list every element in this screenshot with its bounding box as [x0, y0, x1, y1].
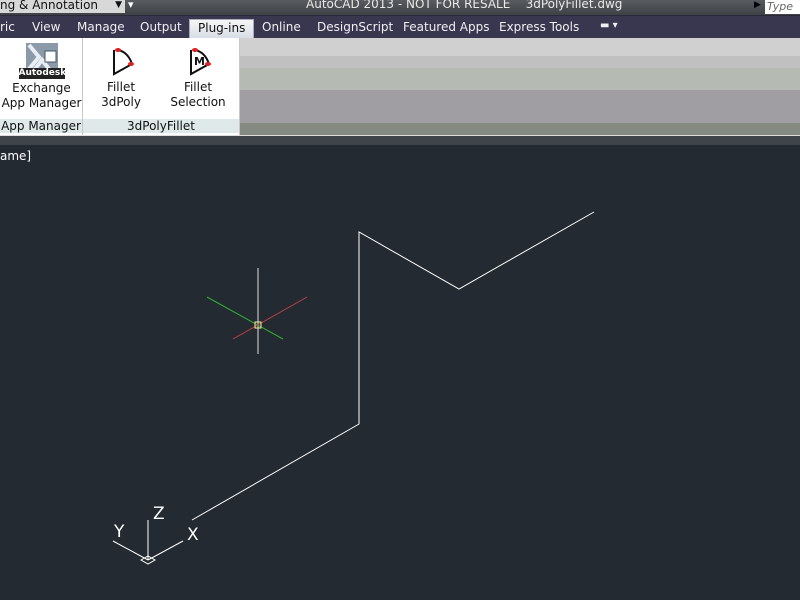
- workspace-label: ng & Annotation: [0, 0, 99, 12]
- tab-featured-apps[interactable]: Featured Apps: [403, 20, 489, 34]
- tab-parametric[interactable]: ric: [0, 20, 15, 34]
- panel-label-3dpolyfillet: 3dPolyFillet: [83, 119, 239, 133]
- tab-designscript[interactable]: DesignScript: [317, 20, 393, 34]
- arrow-right-icon: ▶: [754, 0, 761, 10]
- workspace-dropdown[interactable]: ng & Annotation ▼: [0, 0, 125, 13]
- panel-app-manager: Autodesk Exchange App Manager App Manage…: [0, 38, 83, 135]
- fillet-3dpoly-label: Fillet 3dPoly: [101, 80, 141, 109]
- tab-output[interactable]: Output: [140, 20, 182, 34]
- ribbon-separator: [0, 135, 800, 145]
- panel-label-app-manager: App Manager: [0, 119, 82, 133]
- autodesk-brand-label: Autodesk: [18, 68, 67, 79]
- autodesk-exchange-icon: Autodesk: [18, 43, 67, 79]
- ucs-x-label: X: [187, 525, 199, 545]
- window-title: AutoCAD 2013 - NOT FOR RESALE 3dPolyFill…: [306, 0, 623, 11]
- ribbon-tabs: ric View Manage Output Plug-ins Online D…: [0, 15, 800, 39]
- exchange-label: Exchange: [12, 81, 71, 95]
- viewport-label[interactable]: ame]: [0, 149, 31, 163]
- ribbon-minimize-icon[interactable]: ▬ ▾: [600, 20, 618, 31]
- quick-access-dropdown-icon[interactable]: ▾: [128, 0, 134, 11]
- 3d-polyline[interactable]: [191, 211, 595, 521]
- ucs-icon: Z Y X: [112, 504, 199, 565]
- ucs-y-label: Y: [113, 522, 125, 542]
- tab-express-tools[interactable]: Express Tools: [499, 20, 579, 34]
- fillet-3dpoly-icon: [113, 48, 134, 76]
- ribbon: Autodesk Exchange App Manager App Manage…: [0, 38, 800, 135]
- title-bar: ng & Annotation ▼ ▾ AutoCAD 2013 - NOT FO…: [0, 0, 800, 26]
- app-manager-label: App Manager: [1, 96, 82, 110]
- ucs-z-label: Z: [153, 504, 165, 524]
- svg-text:M: M: [194, 55, 205, 68]
- crosshair-cursor: [206, 268, 308, 354]
- exchange-app-manager-button[interactable]: Autodesk Exchange App Manager: [0, 43, 83, 111]
- tab-plug-ins[interactable]: Plug-ins: [189, 19, 255, 39]
- fillet-selection-icon: M: [190, 48, 211, 76]
- tab-manage[interactable]: Manage: [77, 20, 125, 34]
- tab-online[interactable]: Online: [262, 20, 301, 34]
- fillet-3dpoly-button[interactable]: Fillet 3dPoly: [86, 46, 156, 110]
- panel-3dpolyfillet: Fillet 3dPoly M Fillet Selection 3dPolyF…: [83, 38, 240, 135]
- chevron-down-icon: ▼: [115, 0, 122, 10]
- fillet-selection-button[interactable]: M Fillet Selection: [157, 46, 239, 110]
- fillet-selection-label: Fillet Selection: [170, 80, 226, 109]
- tab-view[interactable]: View: [32, 20, 60, 34]
- search-input[interactable]: Type a: [765, 0, 800, 26]
